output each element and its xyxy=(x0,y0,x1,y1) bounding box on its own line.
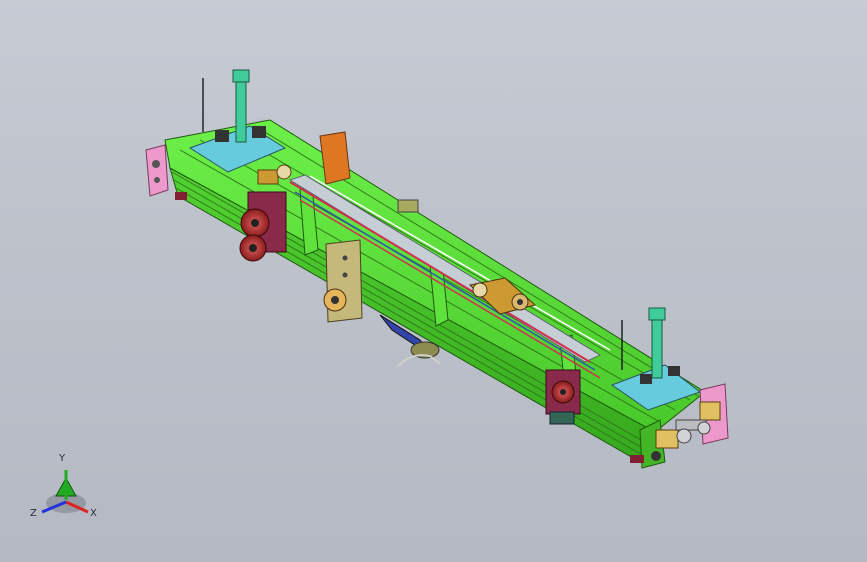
bronze-block xyxy=(699,401,721,421)
y-axis-label: Y xyxy=(58,453,66,464)
cad-viewport[interactable]: Y X Z xyxy=(0,0,867,562)
z-axis-label: Z xyxy=(30,508,37,519)
bolt-icon xyxy=(342,255,348,261)
model-canvas[interactable]: Y X Z xyxy=(0,0,867,562)
bolt-icon xyxy=(342,272,348,278)
rail-block xyxy=(397,199,419,213)
aluminum-frame[interactable] xyxy=(164,119,706,463)
gear-hub xyxy=(249,244,257,252)
bolt-icon xyxy=(154,177,160,183)
left-cylinder xyxy=(235,81,247,143)
bolt-icon xyxy=(651,451,661,461)
motor-shaft xyxy=(331,296,339,304)
left-block xyxy=(215,130,229,142)
roller-hub xyxy=(517,299,523,305)
right-cylinder-cap xyxy=(648,307,666,321)
gear-hub xyxy=(560,389,566,395)
bolt-icon xyxy=(152,160,160,168)
x-axis-label: X xyxy=(90,508,97,519)
roller-icon xyxy=(472,282,488,298)
bronze-block xyxy=(257,169,279,185)
left-pink-bracket xyxy=(145,144,169,197)
right-foot xyxy=(630,455,644,463)
motor-base xyxy=(549,411,575,425)
coordinate-triad[interactable]: Y X Z xyxy=(30,453,97,519)
roller-icon xyxy=(697,421,711,435)
roller-icon xyxy=(276,164,292,180)
right-cylinder xyxy=(651,317,663,379)
roller-icon xyxy=(676,428,692,444)
bronze-block xyxy=(655,429,679,449)
left-block xyxy=(252,126,266,138)
left-cylinder-cap xyxy=(232,69,250,83)
right-block xyxy=(668,366,680,376)
right-block xyxy=(640,374,652,384)
left-foot xyxy=(175,192,187,200)
gear-hub xyxy=(251,219,259,227)
